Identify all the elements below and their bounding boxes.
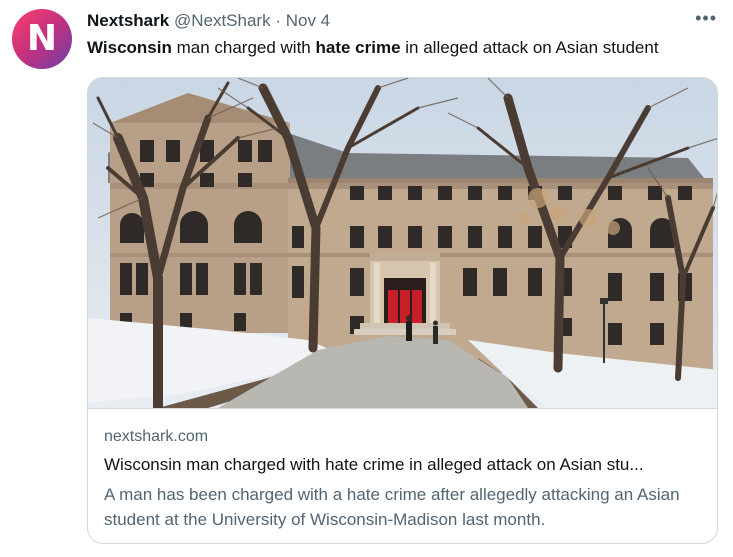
handle[interactable]: @NextShark	[174, 11, 271, 30]
tweet-text-part-2: man charged with	[171, 38, 316, 57]
tweet-text: Wisconsin man charged with hate crime in…	[87, 38, 659, 58]
tweet-text-bold-1: Wisconsin	[87, 38, 172, 57]
card-domain: nextshark.com	[104, 428, 209, 445]
avatar-letter: N	[26, 18, 58, 59]
card-divider	[88, 408, 717, 409]
card-description: A man has been charged with a hate crime…	[104, 485, 680, 529]
card-image[interactable]	[88, 78, 717, 408]
tweet-header: Nextshark @NextShark · Nov 4	[87, 11, 330, 31]
avatar[interactable]: N	[12, 9, 72, 69]
separator: ·	[275, 11, 281, 30]
tweet-text-bold-2: hate crime	[315, 38, 401, 57]
card-title: Wisconsin man charged with hate crime in…	[104, 455, 644, 474]
display-name[interactable]: Nextshark	[87, 11, 169, 30]
link-card[interactable]: nextshark.com Wisconsin man charged with…	[87, 77, 718, 544]
building-photo	[88, 78, 717, 408]
more-options-icon[interactable]: •••	[695, 8, 717, 29]
tweet-date[interactable]: Nov 4	[286, 11, 330, 30]
tweet-text-part-4: in alleged attack on Asian student	[400, 38, 659, 57]
